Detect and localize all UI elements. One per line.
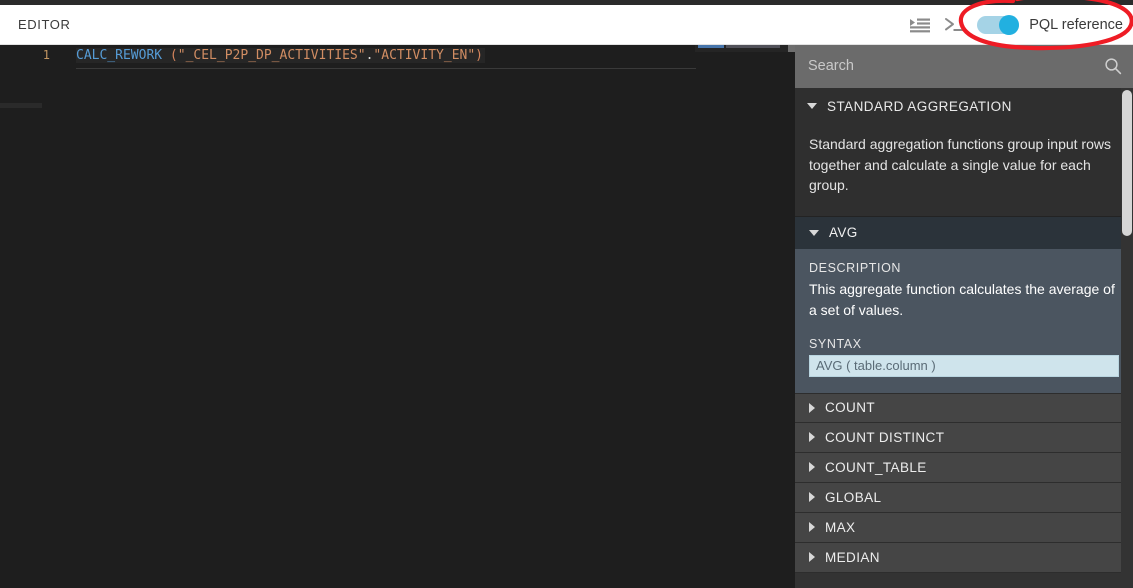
editor-vertical-scrollbar[interactable] — [788, 45, 795, 52]
section-description-block: Standard aggregation functions group inp… — [795, 124, 1133, 216]
function-row-label: COUNT — [825, 400, 875, 415]
chevron-down-icon — [809, 229, 819, 236]
function-row-global[interactable]: GLOBAL — [795, 482, 1133, 513]
pql-reference-toggle[interactable]: PQL reference — [977, 15, 1123, 35]
code-token-close-paren: ) — [475, 48, 483, 63]
gutter-ghost-mark — [0, 103, 42, 108]
chevron-right-icon — [809, 402, 815, 413]
sidebar-scrollbar-thumb[interactable] — [1122, 90, 1132, 236]
function-row-max[interactable]: MAX — [795, 512, 1133, 543]
code-line-row[interactable]: 1 CALC_REWORK ("_CEL_P2P_DP_ACTIVITIES".… — [0, 45, 795, 67]
function-row-label: COUNT_TABLE — [825, 459, 927, 475]
chevron-down-icon — [807, 103, 817, 109]
function-row-label: GLOBAL — [825, 489, 882, 505]
function-row-label: MAX — [825, 519, 856, 535]
code-token-table: "_CEL_P2P_DP_ACTIVITIES" — [177, 48, 366, 63]
section-description-text: Standard aggregation functions group inp… — [809, 136, 1111, 193]
function-detail-panel: DESCRIPTION This aggregate function calc… — [795, 248, 1133, 393]
minimap-slider[interactable] — [695, 45, 795, 52]
editor-header-bar: EDITOR PQL reference — [0, 0, 1133, 51]
code-token-open-paren: ( — [162, 48, 178, 63]
toggle-knob — [999, 15, 1020, 35]
format-indent-icon[interactable] — [903, 5, 937, 45]
function-description-text: This aggregate function calculates the a… — [809, 280, 1115, 318]
current-line-underline — [76, 68, 696, 69]
search-bar[interactable]: Search — [795, 45, 1133, 88]
function-row-median[interactable]: MEDIAN — [795, 542, 1133, 573]
function-row-count-table[interactable]: COUNT_TABLE — [795, 452, 1133, 483]
console-prompt-icon[interactable] — [937, 5, 971, 45]
function-row-label: MEDIAN — [825, 549, 880, 565]
code-minimap[interactable] — [695, 45, 795, 52]
page-title: EDITOR — [18, 17, 71, 32]
function-row-label: COUNT DISTINCT — [825, 429, 945, 445]
function-row-count-distinct[interactable]: COUNT DISTINCT — [795, 422, 1133, 453]
code-token-column: "ACTIVITY_EN" — [373, 48, 476, 63]
pql-reference-toggle-label: PQL reference — [1029, 17, 1123, 33]
chevron-right-icon — [809, 432, 815, 442]
line-number: 1 — [42, 48, 50, 62]
function-header-avg[interactable]: AVG — [795, 215, 1133, 249]
syntax-value[interactable]: AVG ( table.column ) — [809, 354, 1119, 377]
code-token-function: CALC_REWORK — [76, 48, 163, 63]
search-input[interactable]: Search — [808, 58, 854, 74]
syntax-label: SYNTAX — [809, 336, 862, 351]
code-editor-pane[interactable]: 1 CALC_REWORK ("_CEL_P2P_DP_ACTIVITIES".… — [0, 45, 795, 588]
function-row-count[interactable]: COUNT — [795, 392, 1133, 423]
search-icon[interactable] — [1104, 57, 1122, 80]
header-actions: PQL reference — [903, 5, 1133, 45]
section-header-label: STANDARD AGGREGATION — [827, 98, 1012, 114]
chevron-right-icon — [809, 522, 815, 532]
chevron-right-icon — [809, 492, 815, 502]
toggle-track[interactable] — [977, 15, 1020, 35]
application-window: EDITOR PQL reference 1 CALC_REWORK ("_CE… — [0, 0, 1133, 588]
section-header-standard-aggregation[interactable]: STANDARD AGGREGATION — [795, 88, 1133, 124]
function-header-label: AVG — [829, 225, 858, 240]
description-label: DESCRIPTION — [809, 260, 902, 275]
chevron-right-icon — [809, 552, 815, 562]
code-line-text[interactable]: CALC_REWORK ("_CEL_P2P_DP_ACTIVITIES"."A… — [76, 48, 485, 63]
chevron-right-icon — [809, 462, 815, 472]
pql-reference-sidebar: Search STANDARD AGGREGATION Standard agg… — [795, 45, 1133, 588]
function-list: COUNT COUNT DISTINCT COUNT_TABLE GLOBAL … — [795, 392, 1133, 573]
